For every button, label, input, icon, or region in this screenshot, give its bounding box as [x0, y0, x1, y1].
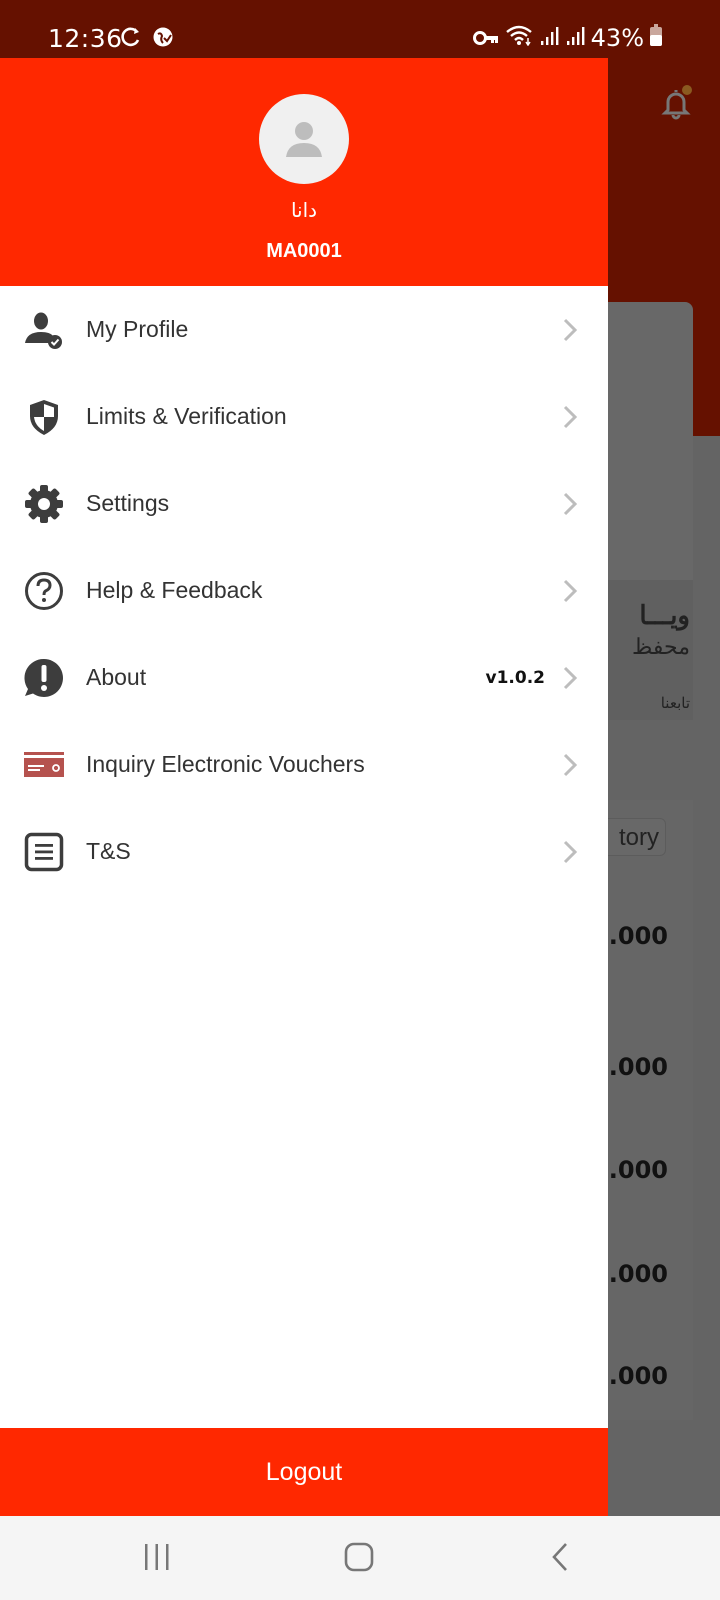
- chevron-right-icon: [562, 665, 578, 696]
- status-time: 12:36: [48, 24, 123, 53]
- menu-item-about[interactable]: About v1.0.2: [0, 634, 608, 721]
- menu-label: Settings: [86, 490, 170, 516]
- avatar[interactable]: [259, 94, 349, 184]
- app-version: v1.0.2: [485, 667, 545, 688]
- user-id: MA0001: [266, 240, 342, 262]
- logout-button[interactable]: Logout: [0, 1428, 608, 1516]
- shield-icon: [24, 397, 64, 437]
- drawer-header: دانا MA0001: [0, 58, 608, 286]
- menu-label: Inquiry Electronic Vouchers: [86, 751, 365, 777]
- alert-bubble-icon: [24, 658, 64, 698]
- home-button[interactable]: [344, 1542, 374, 1577]
- menu-item-my-profile[interactable]: My Profile: [0, 286, 608, 373]
- menu-item-terms[interactable]: T&S: [0, 808, 608, 895]
- menu-label: About: [86, 664, 147, 690]
- help-circle-icon: [24, 571, 64, 611]
- signal-icon: [539, 24, 559, 52]
- voucher-card-icon: [24, 745, 64, 785]
- status-bar: 12:36 43%: [0, 0, 720, 58]
- user-placeholder-icon: [286, 122, 322, 157]
- bg-banner-follow: تابعنا: [660, 695, 690, 712]
- menu-label: My Profile: [86, 316, 189, 342]
- user-check-icon: [24, 310, 64, 350]
- back-button[interactable]: [550, 1542, 570, 1577]
- chevron-right-icon: [562, 839, 578, 870]
- key-icon: [472, 24, 499, 52]
- bg-banner-subtitle: محفظ: [632, 634, 690, 659]
- chevron-right-icon: [562, 317, 578, 348]
- menu-item-inquiry-vouchers[interactable]: Inquiry Electronic Vouchers: [0, 721, 608, 808]
- user-name: دانا: [290, 198, 318, 222]
- document-icon: [24, 832, 64, 872]
- system-nav-bar: [0, 1516, 720, 1600]
- chevron-right-icon: [562, 752, 578, 783]
- menu-label: Help & Feedback: [86, 577, 263, 603]
- bg-banner-title: ويـــا: [639, 600, 690, 630]
- wifi-icon: [505, 24, 533, 52]
- notification-bell-icon[interactable]: [656, 84, 696, 129]
- status-right: 43%: [472, 24, 662, 52]
- signal-icon: [565, 24, 585, 52]
- navigation-drawer: دانا MA0001 My Profile Limits & Verifica…: [0, 58, 608, 1516]
- chevron-right-icon: [562, 404, 578, 435]
- menu-item-help-feedback[interactable]: Help & Feedback: [0, 547, 608, 634]
- chevron-right-icon: [562, 491, 578, 522]
- battery-icon: [650, 24, 662, 52]
- drawer-menu: My Profile Limits & Verification Setting…: [0, 286, 608, 895]
- menu-label: T&S: [86, 838, 131, 864]
- menu-item-limits-verification[interactable]: Limits & Verification: [0, 373, 608, 460]
- chevron-right-icon: [562, 578, 578, 609]
- vpn-globe-icon: [152, 26, 174, 53]
- gear-icon: [24, 484, 64, 524]
- battery-percent: 43%: [590, 24, 644, 52]
- sync-icon: [120, 26, 142, 53]
- recent-apps-button[interactable]: [143, 1542, 171, 1577]
- menu-item-settings[interactable]: Settings: [0, 460, 608, 547]
- menu-label: Limits & Verification: [86, 403, 287, 429]
